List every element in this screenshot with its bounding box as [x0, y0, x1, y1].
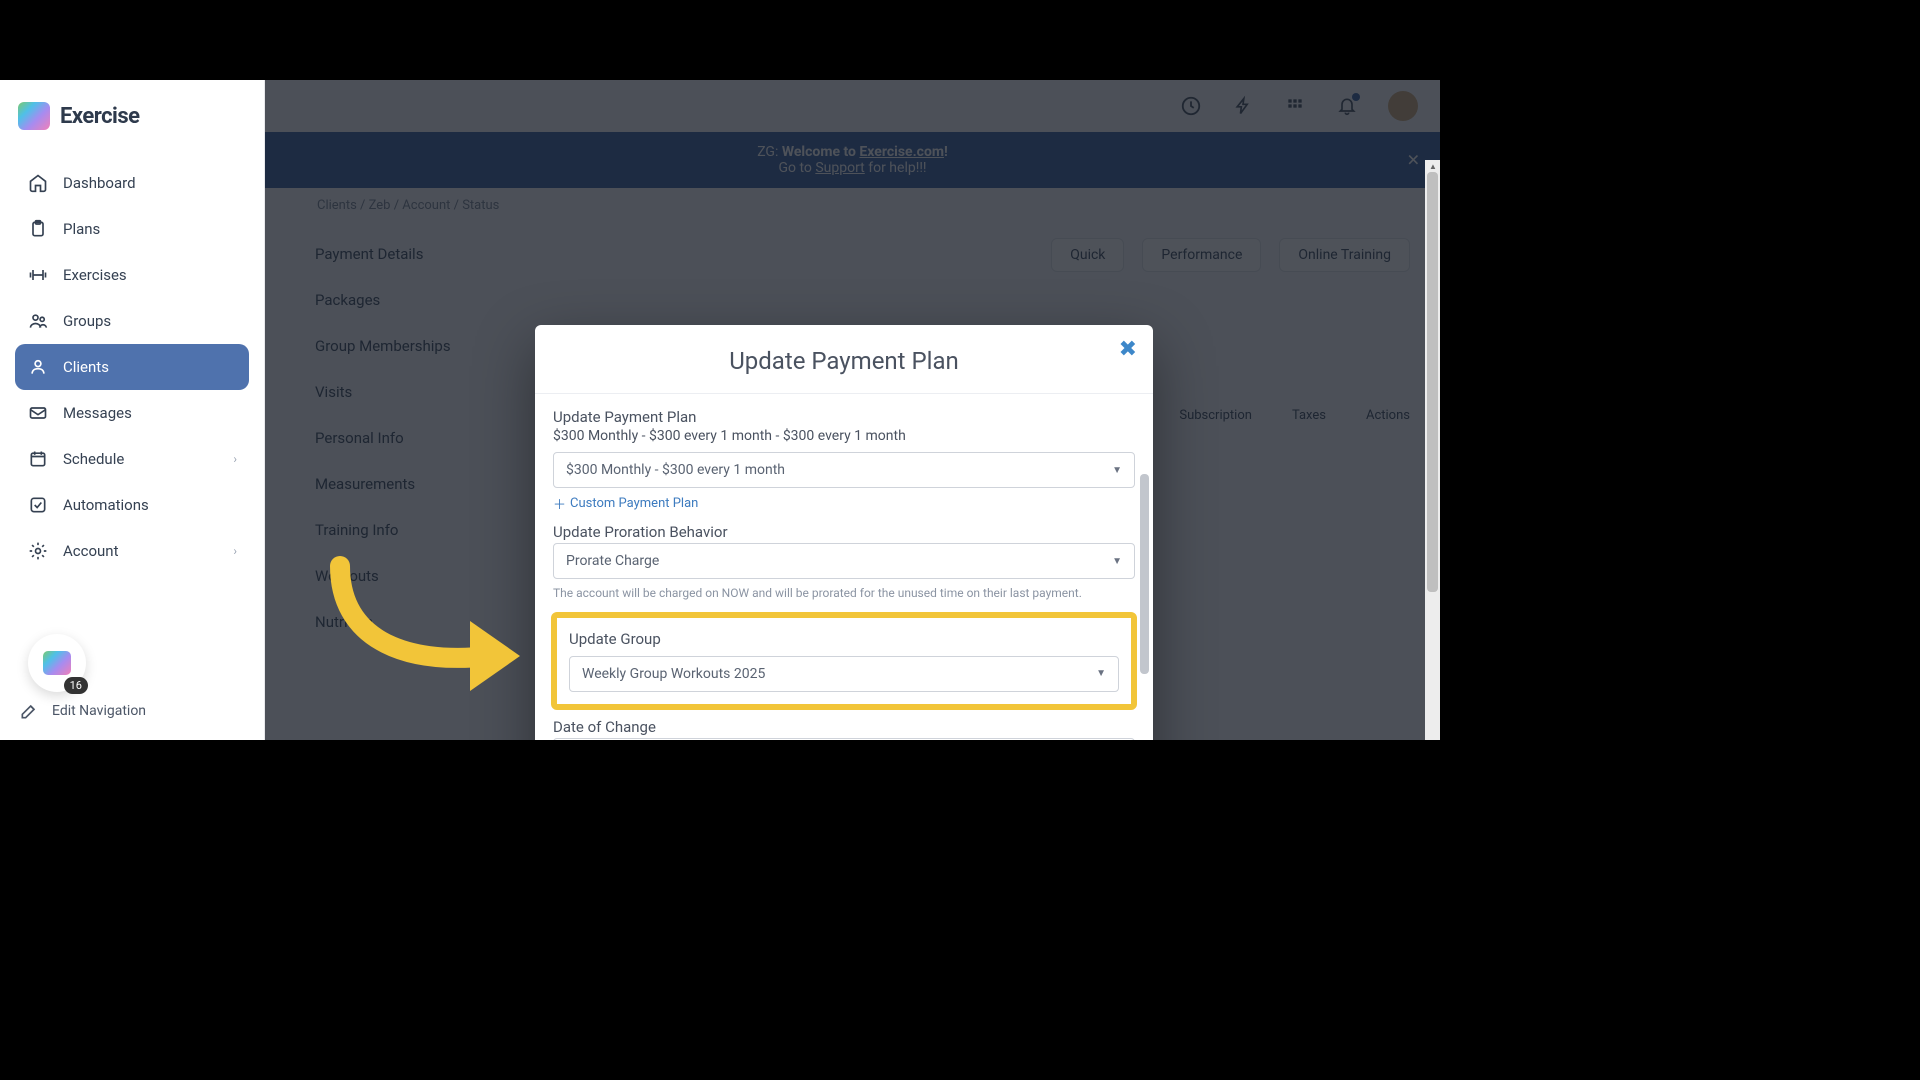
- chevron-right-icon: ›: [233, 544, 237, 558]
- nav-label: Account: [63, 542, 119, 560]
- custom-link-label: Custom Payment Plan: [570, 496, 698, 511]
- sidebar-item-plans[interactable]: Plans: [15, 206, 249, 252]
- edit-icon: [18, 700, 40, 722]
- modal-header: Update Payment Plan ✖: [535, 325, 1153, 394]
- nav-label: Clients: [63, 358, 109, 376]
- modal-body: Update Payment Plan $300 Monthly - $300 …: [535, 394, 1153, 780]
- scroll-up-icon: ▲: [1429, 162, 1437, 171]
- custom-payment-plan-link[interactable]: ＋ Custom Payment Plan: [553, 494, 1135, 513]
- nav-label: Exercises: [63, 266, 127, 284]
- sidebar-item-exercises[interactable]: Exercises: [15, 252, 249, 298]
- nav-label: Automations: [63, 496, 149, 514]
- nav-label: Dashboard: [63, 174, 136, 192]
- brand-logo: Exercise: [0, 80, 264, 152]
- plan-select-value: $300 Monthly - $300 every 1 month: [566, 462, 785, 478]
- chevron-down-icon: ▼: [1096, 668, 1106, 679]
- sidebar-item-schedule[interactable]: Schedule ›: [15, 436, 249, 482]
- group-select[interactable]: Weekly Group Workouts 2025 ▼: [569, 656, 1119, 692]
- sidebar-item-clients[interactable]: Clients: [15, 344, 249, 390]
- user-icon: [27, 356, 49, 378]
- update-group-highlight: Update Group Weekly Group Workouts 2025 …: [551, 612, 1137, 710]
- home-icon: [27, 172, 49, 194]
- edit-navigation-link[interactable]: Edit Navigation: [18, 700, 246, 722]
- plan-select[interactable]: $300 Monthly - $300 every 1 month ▼: [553, 452, 1135, 488]
- proration-select-value: Prorate Charge: [566, 553, 659, 569]
- mail-icon: [27, 402, 49, 424]
- proration-help-text: The account will be charged on NOW and w…: [553, 585, 1135, 602]
- chevron-right-icon: ›: [233, 452, 237, 466]
- sidebar-item-groups[interactable]: Groups: [15, 298, 249, 344]
- proration-select[interactable]: Prorate Charge ▼: [553, 543, 1135, 579]
- modal-scrollbar[interactable]: [1140, 474, 1149, 674]
- dumbbell-icon: [27, 264, 49, 286]
- plan-description: $300 Monthly - $300 every 1 month - $300…: [553, 428, 1135, 444]
- sidebar-item-messages[interactable]: Messages: [15, 390, 249, 436]
- sidebar-item-dashboard[interactable]: Dashboard: [15, 160, 249, 206]
- close-icon[interactable]: ✖: [1119, 337, 1137, 362]
- help-bubble[interactable]: 16: [28, 634, 86, 692]
- gear-icon: [27, 540, 49, 562]
- sidebar-item-automations[interactable]: Automations: [15, 482, 249, 528]
- calendar-icon: [27, 448, 49, 470]
- chevron-down-icon: ▼: [1112, 556, 1122, 567]
- chevron-down-icon: ▼: [1112, 465, 1122, 476]
- sidebar-nav: Dashboard Plans Exercises Groups Clients…: [0, 152, 264, 582]
- sidebar: Exercise Dashboard Plans Exercises Group…: [0, 80, 265, 740]
- letterbox: [0, 740, 1920, 1080]
- nav-label: Groups: [63, 312, 111, 330]
- date-label: Date of Change: [553, 718, 1135, 736]
- brand-name: Exercise: [60, 104, 140, 129]
- users-icon: [27, 310, 49, 332]
- brand-mark-icon: [43, 651, 71, 675]
- sidebar-item-account[interactable]: Account ›: [15, 528, 249, 574]
- nav-label: Schedule: [63, 450, 124, 468]
- edit-nav-label: Edit Navigation: [52, 703, 146, 719]
- proration-label: Update Proration Behavior: [553, 523, 1135, 541]
- plan-label: Update Payment Plan: [553, 408, 1135, 426]
- nav-label: Messages: [63, 404, 132, 422]
- modal-title: Update Payment Plan: [555, 347, 1133, 375]
- group-label: Update Group: [569, 630, 1119, 648]
- window-scrollbar[interactable]: ▲ ▼: [1425, 160, 1440, 820]
- bubble-count-badge: 16: [64, 677, 88, 694]
- group-select-value: Weekly Group Workouts 2025: [582, 666, 765, 682]
- clipboard-icon: [27, 218, 49, 240]
- nav-label: Plans: [63, 220, 100, 238]
- check-square-icon: [27, 494, 49, 516]
- plus-icon: ＋: [553, 494, 566, 513]
- app-viewport: Exercise Dashboard Plans Exercises Group…: [0, 80, 1440, 740]
- brand-mark-icon: [18, 102, 50, 130]
- scrollbar-thumb[interactable]: [1427, 172, 1438, 592]
